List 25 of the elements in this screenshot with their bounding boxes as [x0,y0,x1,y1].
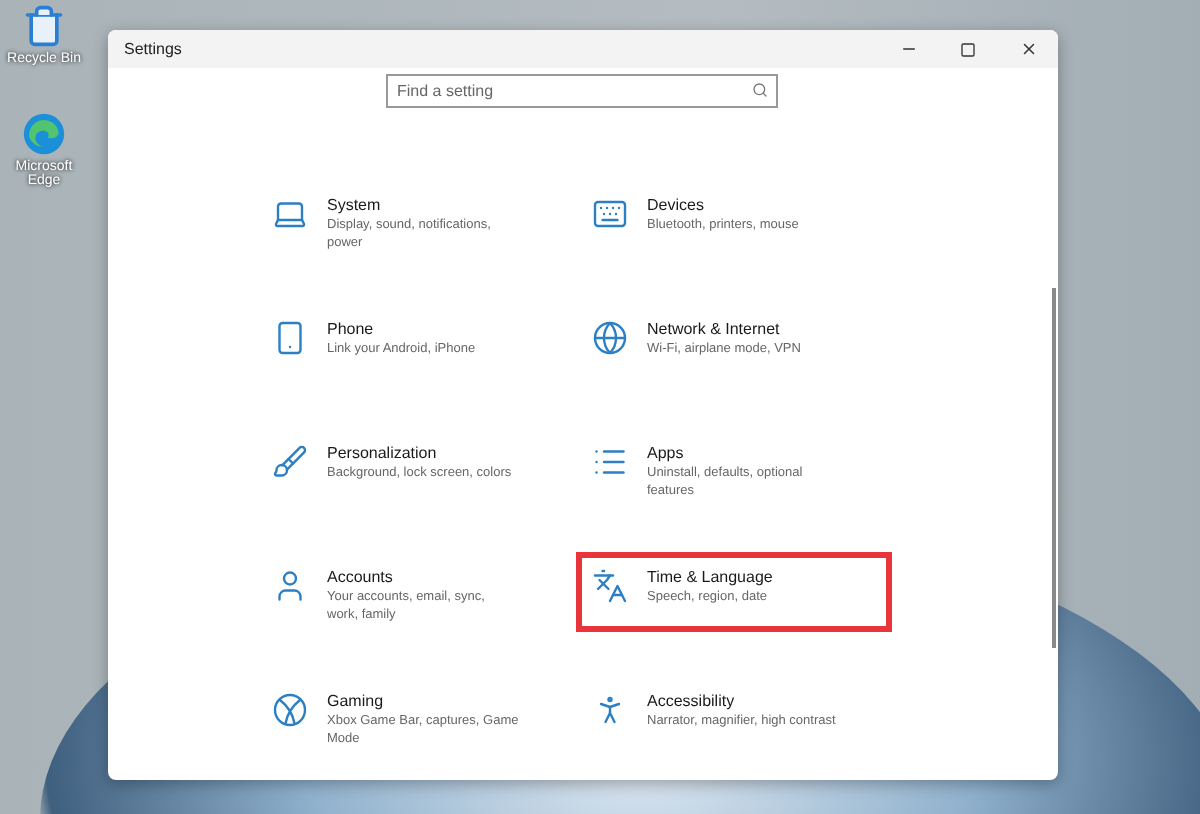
category-title: System [327,196,383,214]
category-title: Phone [327,320,376,338]
search-icon [751,82,767,98]
category-title: Time & Language [647,568,775,586]
window-title: Settings [124,40,184,58]
category-title: Accessibility [647,692,737,710]
brush-icon [271,444,307,480]
xbox-icon [271,692,307,728]
globe-icon [591,320,627,356]
close-icon [1019,40,1037,58]
category-title: Network & Internet [647,320,782,338]
maximize-icon [960,41,976,57]
category-title: Gaming [327,692,386,710]
search-field[interactable]: Find a setting [385,74,777,108]
category-title: Apps [647,444,686,462]
category-title: Personalization [327,444,439,462]
category-title: Accounts [327,568,395,586]
laptop-icon [271,196,307,232]
language-icon [591,568,627,604]
scrollbar[interactable] [1052,288,1056,648]
recycle-bin-icon[interactable] [22,4,66,48]
browser-icon[interactable] [22,111,66,156]
list-icon [591,444,627,480]
category-title: Devices [647,196,706,214]
keyboard-icon [591,196,627,232]
